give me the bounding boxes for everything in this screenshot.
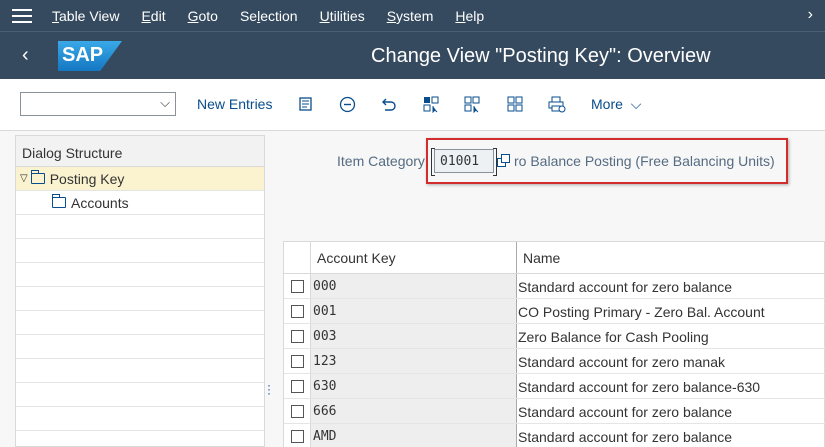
menu-bar: Table View Edit Goto Selection Utilities…: [0, 0, 825, 31]
name-cell: Standard account for zero balance: [517, 399, 825, 423]
name-cell: Standard account for zero balance-630: [517, 374, 825, 398]
row-checkbox[interactable]: [290, 329, 304, 343]
row-selector[interactable]: [284, 424, 311, 447]
chevron-right-icon[interactable]: ›: [808, 6, 813, 24]
column-header-name[interactable]: Name: [517, 242, 825, 273]
name-cell: Standard account for zero manak: [517, 349, 825, 373]
account-key-cell: 001: [311, 299, 517, 323]
tree-item-label: Posting Key: [49, 170, 125, 187]
account-key-cell: 630: [311, 374, 517, 398]
row-selector[interactable]: [284, 299, 311, 323]
tree-empty-row: [16, 311, 264, 335]
tree-empty-row: [16, 335, 264, 359]
tree-empty-row: [16, 383, 264, 407]
column-header-account-key[interactable]: Account Key: [311, 242, 517, 273]
row-checkbox[interactable]: [290, 379, 304, 393]
tree-empty-row: [16, 407, 264, 431]
menu-goto[interactable]: Goto: [188, 8, 218, 24]
menu-utilities[interactable]: Utilities: [320, 8, 365, 24]
hamburger-menu-icon[interactable]: [12, 8, 32, 23]
row-checkbox[interactable]: [290, 304, 304, 318]
row-selector[interactable]: [284, 274, 311, 298]
menu-system[interactable]: System: [387, 8, 434, 24]
account-key-cell: 000: [311, 274, 517, 298]
row-selector[interactable]: [284, 374, 311, 398]
menu-help[interactable]: Help: [455, 8, 484, 24]
row-checkbox[interactable]: [290, 429, 304, 443]
item-category-field[interactable]: 01001: [431, 148, 497, 176]
folder-open-icon: [30, 170, 45, 184]
row-selector[interactable]: [284, 324, 311, 348]
undo-icon[interactable]: [379, 94, 399, 114]
command-field-dropdown[interactable]: ⌵: [20, 92, 176, 116]
menu-table-view-rest: able View: [59, 7, 120, 24]
tree-item-label: Accounts: [71, 194, 129, 211]
sap-logo: SAP: [58, 41, 122, 71]
item-category-label: Item Category:: [337, 153, 429, 169]
menu-selection[interactable]: Selection: [240, 8, 298, 24]
tree-empty-row: [16, 263, 264, 287]
table-row[interactable]: 630 Standard account for zero balance-630: [284, 374, 825, 399]
menu-edit[interactable]: Edit: [141, 8, 165, 24]
row-checkbox[interactable]: [290, 354, 304, 368]
dialog-structure-panel: Dialog Structure ▽ Posting Key Accounts: [15, 135, 265, 447]
table-row[interactable]: 001 CO Posting Primary - Zero Bal. Accoun…: [284, 299, 825, 324]
tree-empty-row: [16, 359, 264, 383]
menu-table-view[interactable]: Table View: [52, 8, 119, 24]
row-selector[interactable]: [284, 399, 311, 423]
table-header: Account Key Name: [284, 242, 825, 274]
row-selector[interactable]: [284, 349, 311, 373]
dialog-structure-heading: Dialog Structure: [16, 136, 264, 167]
application-toolbar: ⌵ New Entries More ⌵: [0, 79, 825, 131]
tree-item-accounts[interactable]: Accounts: [16, 191, 264, 215]
chevron-down-icon[interactable]: ▽: [20, 173, 28, 184]
account-key-cell: AMD: [311, 424, 517, 447]
select-block-icon[interactable]: [462, 94, 482, 114]
back-icon[interactable]: ‹: [22, 44, 29, 67]
tree-empty-row: [16, 239, 264, 263]
account-key-cell: 123: [311, 349, 517, 373]
accounts-table: Account Key Name 000 Standard account for…: [283, 241, 825, 447]
table-row[interactable]: AMD Standard account for zero balance: [284, 424, 825, 447]
account-key-cell: 666: [311, 399, 517, 423]
select-all-column[interactable]: [284, 242, 311, 273]
row-checkbox[interactable]: [290, 404, 304, 418]
tree-empty-row: [16, 215, 264, 239]
item-category-description: ro Balance Posting (Free Balancing Units…: [514, 153, 775, 169]
table-body: 000 Standard account for zero balance 001 C…: [284, 274, 825, 447]
folder-icon: [52, 194, 66, 208]
panel-splitter-handle[interactable]: · · ·: [267, 379, 271, 399]
table-row[interactable]: 666 Standard account for zero balance: [284, 399, 825, 424]
details-icon[interactable]: [296, 94, 316, 114]
tree-item-posting-key[interactable]: ▽ Posting Key: [16, 167, 264, 191]
chevron-down-icon: ⌵: [630, 96, 642, 112]
table-row[interactable]: 003 Zero Balance for Cash Pooling: [284, 324, 825, 349]
table-row[interactable]: 000 Standard account for zero balance: [284, 274, 825, 299]
page-title: Change View "Posting Key": Overview: [371, 45, 711, 67]
deselect-all-icon[interactable]: [505, 94, 525, 114]
account-key-cell: 003: [311, 324, 517, 348]
tree-empty-row: [16, 287, 264, 311]
value-help-icon[interactable]: [495, 152, 513, 170]
shell-header: ‹ SAP Change View "Posting Key": Overvie…: [0, 31, 825, 79]
row-checkbox[interactable]: [290, 279, 304, 293]
table-row[interactable]: 123 Standard account for zero manak: [284, 349, 825, 374]
chevron-down-icon: ⌵: [160, 95, 170, 110]
print-icon[interactable]: [547, 94, 567, 114]
name-cell: CO Posting Primary - Zero Bal. Account: [517, 299, 825, 323]
name-cell: Zero Balance for Cash Pooling: [517, 324, 825, 348]
name-cell: Standard account for zero balance: [517, 424, 825, 447]
name-cell: Standard account for zero balance: [517, 274, 825, 298]
new-entries-button[interactable]: New Entries: [197, 96, 272, 112]
more-button[interactable]: More ⌵: [591, 96, 641, 113]
select-all-icon[interactable]: [421, 94, 441, 114]
delete-icon[interactable]: [337, 94, 357, 114]
